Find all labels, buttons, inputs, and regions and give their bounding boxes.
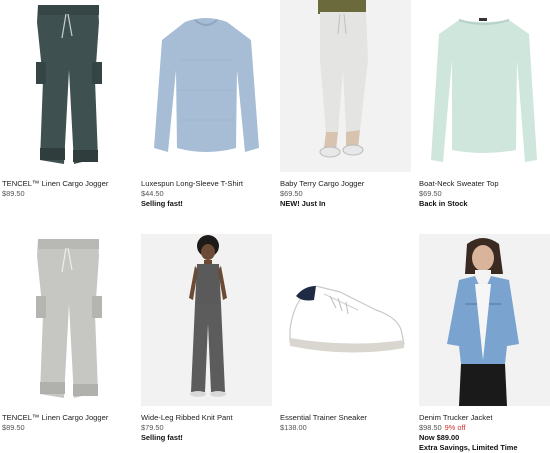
long-sleeve-tee-illustration [154, 18, 259, 152]
product-card[interactable]: TENCEL™ Linen Cargo Jogger $89.50 [2, 234, 133, 433]
product-price: $138.00 [280, 423, 307, 432]
product-image[interactable] [419, 234, 550, 406]
product-price: $89.50 [2, 423, 25, 432]
product-price-row: $98.50 9% off [419, 423, 550, 433]
product-price: $69.50 [280, 189, 303, 198]
product-name[interactable]: Baby Terry Cargo Jogger [280, 179, 411, 189]
product-name[interactable]: Essential Trainer Sneaker [280, 413, 411, 423]
product-card[interactable]: TENCEL™ Linen Cargo Jogger $89.50 [2, 0, 133, 199]
product-name[interactable]: Denim Trucker Jacket [419, 413, 550, 423]
product-card[interactable]: Baby Terry Cargo Jogger $69.50 NEW! Just… [280, 0, 411, 209]
status-badge: Extra Savings, Limited Time [419, 443, 518, 452]
status-badge: Selling fast! [141, 433, 183, 442]
product-card[interactable]: Luxespun Long-Sleeve T-Shirt $44.50 Sell… [141, 0, 272, 209]
jogger-illustration [36, 239, 102, 398]
product-image[interactable] [2, 234, 133, 406]
product-name[interactable]: Boat-Neck Sweater Top [419, 179, 550, 189]
model-knit-set-illustration [189, 235, 227, 397]
product-card[interactable]: Essential Trainer Sneaker $138.00 [280, 234, 411, 433]
product-card[interactable]: Wide-Leg Ribbed Knit Pant $79.50 Selling… [141, 234, 272, 443]
model-denim-jacket-illustration [447, 238, 519, 406]
product-name[interactable]: Luxespun Long-Sleeve T-Shirt [141, 179, 272, 189]
sale-price: Now $89.00 [419, 433, 460, 442]
discount-label: 9% off [444, 423, 466, 432]
product-image[interactable] [419, 0, 550, 172]
product-image[interactable] [280, 234, 411, 406]
product-card[interactable]: Denim Trucker Jacket $98.50 9% off Now $8… [419, 234, 550, 453]
product-card[interactable]: Boat-Neck Sweater Top $69.50 Back in Sto… [419, 0, 550, 209]
original-price: $98.50 [419, 423, 442, 432]
status-badge: Back in Stock [419, 199, 468, 208]
model-jogger-illustration [318, 0, 368, 158]
boat-neck-sweater-illustration [431, 18, 537, 162]
status-badge: NEW! Just In [280, 199, 326, 208]
product-image[interactable] [141, 234, 272, 406]
status-badge: Selling fast! [141, 199, 183, 208]
product-price: $69.50 [419, 189, 442, 198]
product-image[interactable] [2, 0, 133, 172]
jogger-illustration [36, 5, 102, 164]
product-name[interactable]: TENCEL™ Linen Cargo Jogger [2, 413, 133, 423]
product-name[interactable]: Wide-Leg Ribbed Knit Pant [141, 413, 272, 423]
product-image[interactable] [280, 0, 411, 172]
product-price: $89.50 [2, 189, 25, 198]
sneaker-illustration [289, 285, 405, 353]
product-price: $44.50 [141, 189, 164, 198]
product-name[interactable]: TENCEL™ Linen Cargo Jogger [2, 179, 133, 189]
product-price: $79.50 [141, 423, 164, 432]
product-image[interactable] [141, 0, 272, 172]
